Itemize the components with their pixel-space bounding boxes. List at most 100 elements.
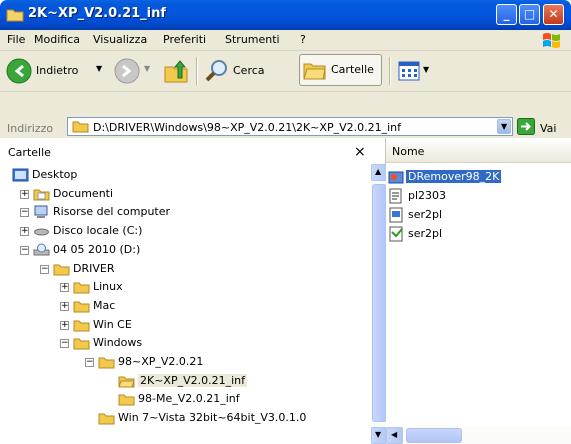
folder-icon bbox=[118, 392, 135, 406]
scroll-thumb[interactable] bbox=[372, 184, 387, 422]
expand-icon[interactable]: + bbox=[60, 302, 69, 311]
setup-info-icon bbox=[389, 188, 402, 204]
folders-button[interactable]: Cartelle bbox=[299, 54, 382, 86]
title-bar[interactable]: 2K~XP_V2.0.21_inf _ □ ✕ bbox=[0, 0, 571, 30]
folder-icon bbox=[53, 262, 70, 276]
expand-icon[interactable]: + bbox=[20, 190, 29, 199]
toolbar-separator bbox=[389, 57, 391, 85]
tree-item[interactable]: 2K~XP_V2.0.21_inf bbox=[0, 372, 370, 390]
name-column-label: Nome bbox=[392, 145, 425, 158]
menu-modifica[interactable]: Modifica bbox=[34, 33, 80, 46]
search-icon bbox=[205, 60, 227, 82]
collapse-icon[interactable]: − bbox=[20, 246, 29, 255]
horizontal-scroll-thumb[interactable] bbox=[406, 428, 462, 443]
collapse-icon[interactable]: − bbox=[40, 265, 49, 274]
folder-icon bbox=[98, 355, 115, 369]
collapse-icon[interactable]: − bbox=[20, 208, 29, 217]
tree-item-label: Windows bbox=[93, 336, 143, 349]
catalog-icon bbox=[389, 226, 403, 242]
go-label: Vai bbox=[540, 122, 557, 135]
tree-item-label: Risorse del computer bbox=[53, 205, 171, 218]
address-bar: Indirizzo D:\DRIVER\Windows\98~XP_V2.0.2… bbox=[0, 92, 571, 138]
folders-pane-title: Cartelle bbox=[8, 146, 51, 159]
tree-item[interactable]: − 04 05 2010 (D:) bbox=[0, 241, 370, 259]
scroll-left-button[interactable]: ◀ bbox=[386, 427, 403, 444]
up-folder-icon bbox=[164, 60, 188, 83]
toolbar: Indietro ▼ ▼ Cerca Cartelle ▼ bbox=[0, 51, 571, 92]
toolbar-separator bbox=[196, 57, 198, 85]
close-button[interactable]: ✕ bbox=[543, 4, 564, 25]
documents-folder-icon bbox=[33, 187, 50, 201]
open-folder-icon bbox=[118, 374, 135, 388]
tree-item-label: DRIVER bbox=[73, 262, 115, 275]
tree-item-label: Win CE bbox=[93, 318, 132, 331]
collapse-icon[interactable]: − bbox=[60, 339, 69, 348]
folders-pane-header bbox=[0, 142, 385, 164]
folder-icon bbox=[73, 280, 90, 294]
tree-item[interactable]: − 98~XP_V2.0.21 bbox=[0, 353, 370, 371]
chevron-down-icon: ▼ bbox=[375, 430, 382, 439]
chevron-up-icon: ▲ bbox=[375, 167, 382, 176]
tree-item[interactable]: − Risorse del computer bbox=[0, 203, 370, 221]
desktop-icon bbox=[12, 168, 29, 182]
chevron-left-icon: ◀ bbox=[391, 430, 398, 439]
folder-icon bbox=[73, 318, 90, 332]
menu-visualizza[interactable]: Visualizza bbox=[93, 33, 147, 46]
chevron-down-icon: ▼ bbox=[501, 122, 508, 131]
up-folder-button[interactable] bbox=[161, 55, 191, 87]
folder-icon bbox=[72, 121, 89, 133]
file-list-pane bbox=[386, 138, 571, 444]
tree-item-label: Disco locale (C:) bbox=[53, 224, 143, 237]
maximize-button[interactable]: □ bbox=[519, 4, 540, 25]
tree-item[interactable]: + Win CE bbox=[0, 316, 370, 334]
tree-item[interactable]: − Windows bbox=[0, 334, 370, 352]
menu-help[interactable]: ? bbox=[300, 33, 306, 46]
menu-file[interactable]: File bbox=[7, 33, 25, 46]
address-label: Indirizzo bbox=[7, 122, 54, 135]
folder-icon bbox=[73, 336, 90, 350]
tree-item-label: Documenti bbox=[53, 187, 114, 200]
my-computer-icon bbox=[33, 205, 50, 218]
tree-item-label: Linux bbox=[93, 280, 123, 293]
views-button[interactable]: ▼ bbox=[396, 55, 436, 87]
forward-dropdown-icon[interactable]: ▼ bbox=[144, 64, 150, 73]
tree-item-label: 98-Me_V2.0.21_inf bbox=[138, 392, 240, 405]
maximize-icon: □ bbox=[523, 7, 536, 21]
tree-item[interactable]: + Documenti bbox=[0, 185, 370, 203]
tree-item[interactable]: + Disco locale (C:) bbox=[0, 222, 370, 240]
expand-icon[interactable]: + bbox=[60, 321, 69, 330]
tree-item-label: Mac bbox=[93, 299, 116, 312]
file-name: pl2303 bbox=[408, 189, 447, 202]
menu-preferiti[interactable]: Preferiti bbox=[163, 33, 206, 46]
hard-drive-icon bbox=[33, 224, 50, 237]
tree-item[interactable]: + Linux bbox=[0, 278, 370, 296]
forward-button[interactable]: ▼ bbox=[112, 55, 156, 87]
tree-item-label: 04 05 2010 (D:) bbox=[53, 243, 141, 256]
minimize-icon: _ bbox=[503, 7, 510, 21]
menu-strumenti[interactable]: Strumenti bbox=[225, 33, 280, 46]
tree-item[interactable]: 98-Me_V2.0.21_inf bbox=[0, 390, 370, 408]
tree-item[interactable]: Win 7~Vista 32bit~64bit_V3.0.1.0 bbox=[0, 409, 370, 427]
folders-icon bbox=[303, 63, 326, 80]
expand-icon[interactable]: + bbox=[20, 227, 29, 236]
address-dropdown-button[interactable]: ▼ bbox=[497, 119, 511, 134]
tree-item[interactable]: Desktop bbox=[0, 166, 370, 184]
windows-logo-icon bbox=[543, 33, 560, 48]
files-horizontal-scrollbar[interactable]: ◀ bbox=[386, 427, 571, 444]
go-arrow-icon bbox=[517, 118, 535, 135]
minimize-button[interactable]: _ bbox=[496, 4, 517, 25]
tree-item[interactable]: + Mac bbox=[0, 297, 370, 315]
tree-item-label: Win 7~Vista 32bit~64bit_V3.0.1.0 bbox=[118, 411, 307, 424]
back-dropdown-icon[interactable]: ▼ bbox=[96, 64, 102, 73]
collapse-icon[interactable]: − bbox=[85, 358, 94, 367]
folder-icon bbox=[73, 299, 90, 313]
expand-icon[interactable]: + bbox=[60, 283, 69, 292]
search-button[interactable]: Cerca bbox=[203, 55, 295, 87]
views-dropdown-icon[interactable]: ▼ bbox=[423, 65, 429, 74]
close-pane-button[interactable]: × bbox=[354, 144, 366, 160]
file-name: ser2pl bbox=[408, 227, 443, 240]
tree-item[interactable]: − DRIVER bbox=[0, 260, 370, 278]
file-name: DRemover98_2K bbox=[406, 170, 502, 183]
tree-item-label: 98~XP_V2.0.21 bbox=[118, 355, 204, 368]
file-name: ser2pl bbox=[408, 208, 443, 221]
